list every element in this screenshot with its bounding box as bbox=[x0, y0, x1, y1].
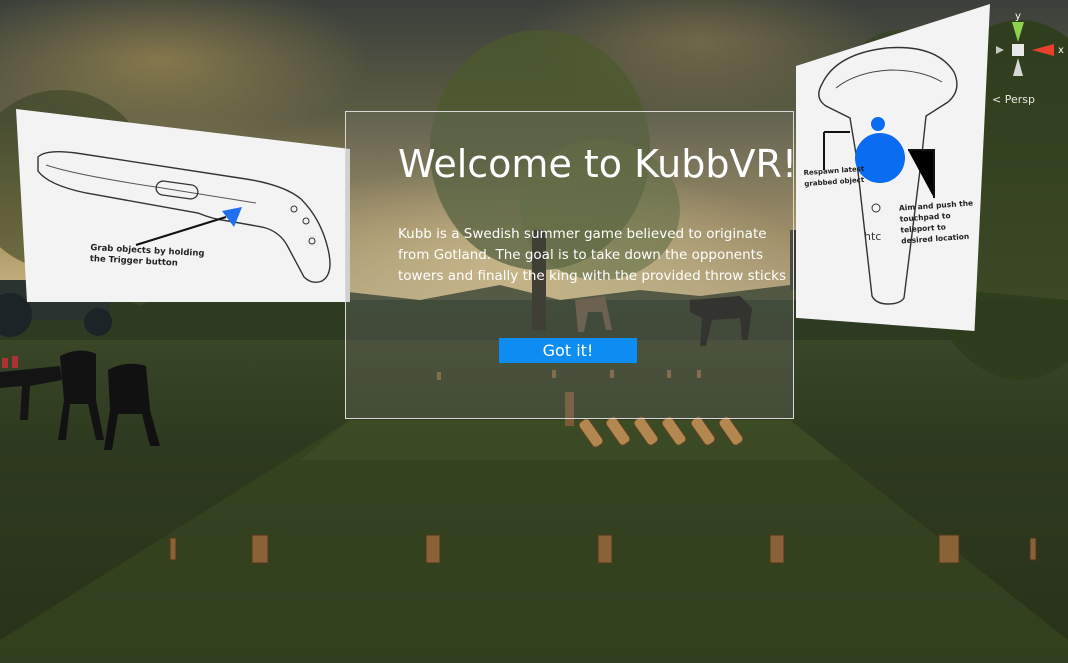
perspective-toggle[interactable]: < Persp bbox=[992, 93, 1035, 106]
game-scene: Grab objects by holding the Trigger butt… bbox=[0, 0, 1068, 663]
welcome-description: Kubb is a Swedish summer game believed t… bbox=[398, 226, 786, 284]
got-it-button[interactable]: Got it! bbox=[499, 338, 637, 363]
htc-logo: htc bbox=[864, 230, 881, 243]
neg-x-axis-cone[interactable] bbox=[996, 46, 1004, 54]
y-axis-cone[interactable] bbox=[1012, 22, 1024, 42]
welcome-title: Welcome to KubbVR! bbox=[398, 142, 798, 186]
y-axis-label: y bbox=[1015, 11, 1021, 22]
gizmo-center-cube[interactable] bbox=[1012, 44, 1024, 56]
neg-y-axis-cone[interactable] bbox=[1013, 58, 1023, 76]
scene-orientation-gizmo[interactable]: y x bbox=[988, 10, 1068, 90]
welcome-dialog: Welcome to KubbVR! Kubb is a Swedish sum… bbox=[345, 111, 798, 419]
x-axis-label: x bbox=[1058, 45, 1064, 56]
x-axis-cone[interactable] bbox=[1032, 44, 1054, 56]
